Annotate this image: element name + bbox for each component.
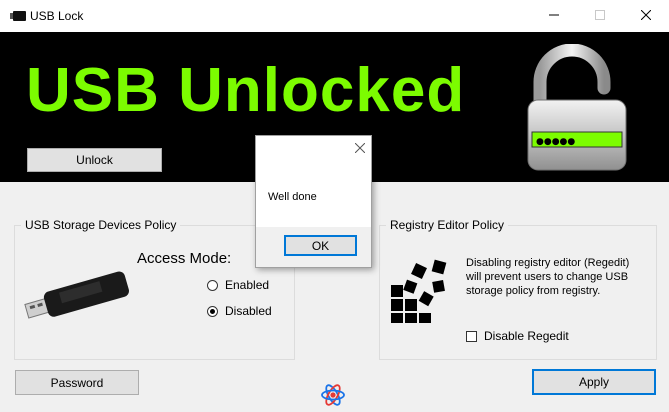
disable-regedit-checkbox[interactable]: Disable Regedit: [466, 329, 569, 343]
registry-policy-description: Disabling registry editor (Regedit) will…: [466, 257, 630, 297]
password-button[interactable]: Password: [15, 370, 139, 395]
dialog-message: Well done: [268, 191, 317, 203]
unlock-button-label: Unlock: [76, 153, 113, 167]
password-button-label: Password: [50, 375, 104, 390]
atom-logo-icon: [320, 382, 346, 411]
registry-policy-group: Registry Editor Policy Disabling registr…: [379, 218, 657, 360]
usb-policy-legend: USB Storage Devices Policy: [21, 218, 181, 232]
usb-drive-icon: [10, 10, 26, 24]
radio-enabled[interactable]: Enabled: [207, 278, 269, 292]
dialog-ok-label: OK: [311, 238, 330, 253]
radio-disabled-indicator: [207, 305, 218, 317]
title-bar: USB Lock: [0, 0, 669, 32]
close-button[interactable]: [623, 0, 669, 32]
dialog-close-icon[interactable]: [354, 142, 366, 156]
disable-regedit-box: [466, 330, 477, 342]
maximize-button[interactable]: [577, 0, 623, 32]
dialog-footer: OK: [256, 227, 371, 267]
dialog-ok-button[interactable]: OK: [284, 235, 357, 256]
minimize-icon: [549, 9, 559, 23]
disable-regedit-label: Disable Regedit: [484, 329, 569, 343]
message-dialog: Well done OK: [255, 135, 372, 268]
usb-stick-icon: [20, 264, 132, 327]
minimize-button[interactable]: [531, 0, 577, 32]
radio-disabled-label: Disabled: [225, 304, 272, 318]
close-icon: [640, 9, 652, 23]
regedit-icon: [389, 259, 451, 326]
usb-policy-group: USB Storage Devices Policy Access Mode: …: [14, 218, 295, 360]
access-mode-label: Access Mode:: [137, 250, 232, 267]
registry-policy-legend: Registry Editor Policy: [386, 218, 509, 232]
open-padlock-icon: ●●●●●: [526, 43, 630, 179]
maximize-icon: [595, 9, 605, 23]
password-mask: ●●●●●: [536, 137, 575, 147]
status-headline: USB Unlocked: [26, 56, 466, 125]
radio-enabled-indicator: [207, 279, 218, 291]
radio-enabled-label: Enabled: [225, 278, 270, 292]
apply-button-label: Apply: [578, 375, 610, 389]
apply-button[interactable]: Apply: [532, 369, 656, 395]
unlock-button[interactable]: Unlock: [27, 148, 162, 172]
radio-disabled[interactable]: Disabled: [207, 304, 272, 318]
window-title: USB Lock: [30, 9, 84, 23]
